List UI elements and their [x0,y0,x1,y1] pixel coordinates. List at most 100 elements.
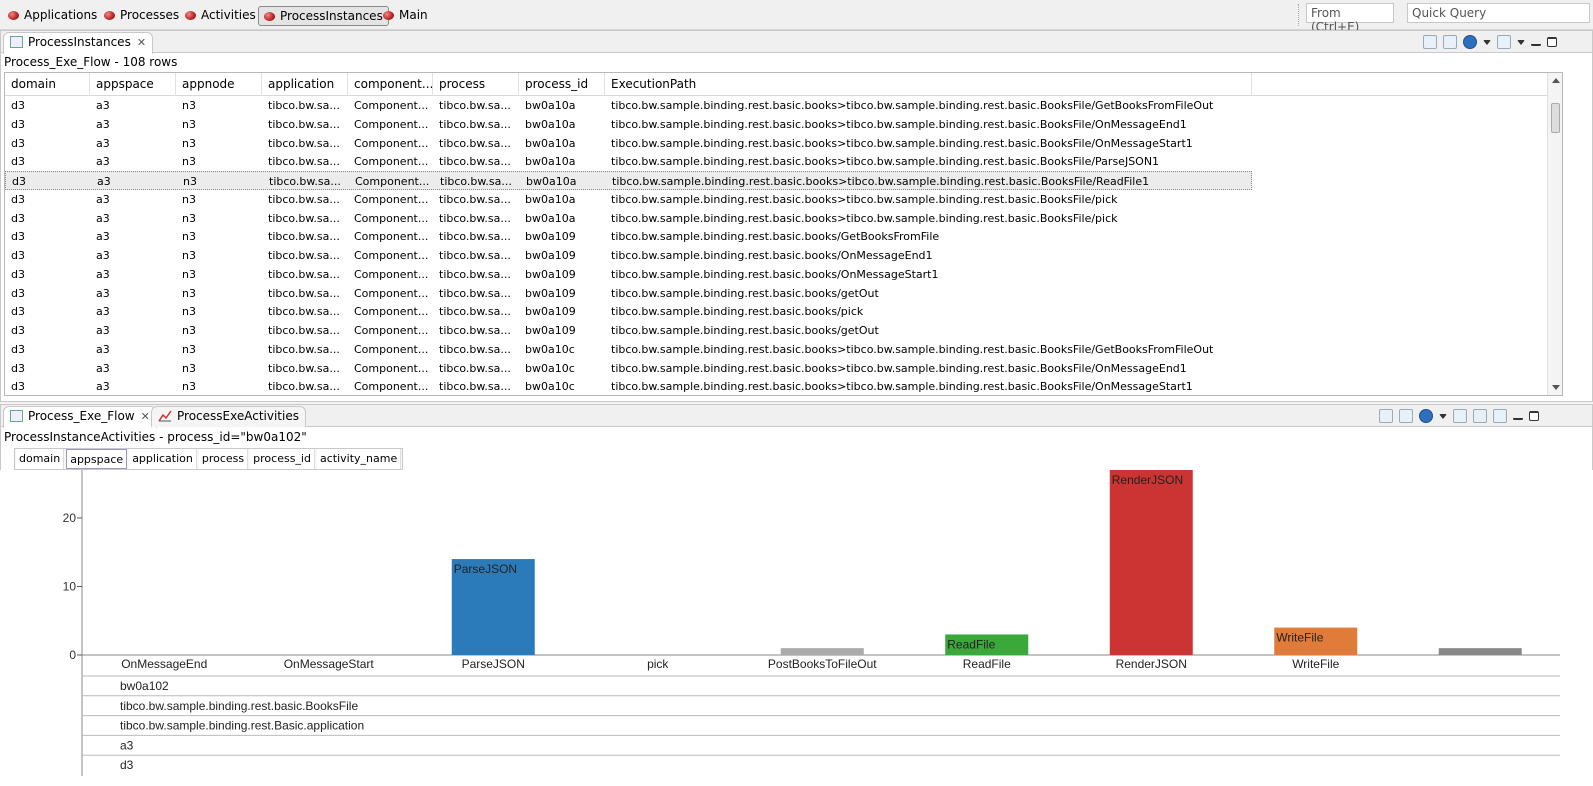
maximize-icon[interactable] [1547,37,1557,47]
perspective-processes[interactable]: Processes [99,6,184,26]
table-cell: bw0a10a [525,211,576,225]
table-row[interactable]: d3 a3 n3 tibco.bw.sa... Component... tibco.bw… [5,321,1252,340]
y-tick-label: 0 [69,648,76,662]
table-cell: tibco.bw.sample.binding.rest.basic.books… [611,117,1187,131]
scroll-up-icon[interactable] [1552,78,1560,83]
table-cell: tibco.bw.sa... [439,230,511,244]
table-cell: Component... [354,324,429,337]
column-header[interactable]: component... [348,73,433,96]
chip-activity-name[interactable]: activity_name [316,449,402,469]
chip-application[interactable]: application [129,449,197,469]
perspective-main[interactable]: Main [378,6,433,26]
table-cell: tibco.bw.sa... [269,175,341,188]
perspective-applications[interactable]: Applications [3,6,102,26]
table-row[interactable]: d3 a3 n3 tibco.bw.sa... Component... tibco.bw… [5,246,1252,265]
column-header[interactable]: process_id [519,73,605,96]
table-cell: d3 [11,305,25,319]
vertical-scrollbar[interactable] [1547,73,1562,395]
table-cell: tibco.bw.sa... [268,155,340,169]
chip-process-id[interactable]: process_id [250,449,315,469]
table-row[interactable]: d3 a3 n3 tibco.bw.sa... Component... tibco.bw… [5,340,1252,359]
dropdown-arrow-icon[interactable] [1483,39,1491,45]
column-header[interactable]: appspace [90,73,176,96]
close-icon[interactable]: ✕ [141,410,150,423]
table-cell: n3 [183,175,197,188]
minimize-icon[interactable] [1531,43,1541,46]
table-row[interactable]: d3 a3 n3 tibco.bw.sa... Component... tibco.bw… [5,377,1252,395]
column-header[interactable]: process [433,73,519,96]
table-row[interactable]: d3 a3 n3 tibco.bw.sa... Component... tibco.bw… [5,359,1252,378]
tab-processexeactivities[interactable]: ProcessExeActivities [151,406,306,427]
table-cell: a3 [96,324,110,337]
column-header[interactable]: domain [5,73,90,96]
table-cell: tibco.bw.sa... [268,99,340,112]
column-header[interactable]: appnode [176,73,262,96]
quick-query-input[interactable]: Quick Query [1407,3,1590,23]
table-cell: tibco.bw.sa... [439,155,511,169]
table-row[interactable]: d3 a3 n3 tibco.bw.sa... Component... tibco.bw… [5,227,1252,246]
close-icon[interactable]: ✕ [137,36,146,49]
bar-RenderJSON[interactable] [1109,470,1193,655]
bar-PostBooksToFileOut[interactable] [780,648,864,655]
table-row[interactable]: d3 a3 n3 tibco.bw.sa... Component... tibco.bw… [5,302,1252,321]
gear-icon[interactable] [1493,409,1507,423]
table-cell: tibco.bw.sa... [439,267,511,281]
view-menu-icon[interactable] [1517,39,1525,45]
table-row[interactable]: d3 a3 n3 tibco.bw.sa... Component... tibco.bw… [5,209,1252,228]
table-row[interactable]: d3 a3 n3 tibco.bw.sa... Component... tibco.bw… [5,96,1252,115]
scroll-down-icon[interactable] [1552,385,1560,390]
table-cell: a3 [96,211,110,225]
table-cell: n3 [182,249,196,262]
table-cell: bw0a10a [525,117,576,131]
table-row[interactable]: d3 a3 n3 tibco.bw.sa... Component... tibco.bw… [5,152,1252,171]
pause-icon[interactable] [1419,409,1433,423]
table-cell: bw0a10a [525,192,576,206]
chip-domain[interactable]: domain [16,449,65,469]
table-cell: Component... [355,175,430,188]
perspective-toolbar: Applications Processes Activities Proces… [0,0,1593,34]
maximize-icon[interactable] [1529,411,1539,421]
chip-process[interactable]: process [198,449,249,469]
table-cell: bw0a10c [525,380,575,394]
table-row[interactable]: d3 a3 n3 tibco.bw.sa... Component... tibco.bw… [5,284,1252,303]
chart-icon[interactable] [1497,35,1511,49]
from-search-input[interactable]: From (Ctrl+E) [1306,3,1394,34]
perspective-activities[interactable]: Activities [180,6,261,26]
column-header[interactable]: application [262,73,348,96]
perspective-processinstances[interactable]: ProcessInstances [258,6,389,26]
scroll-thumb[interactable] [1551,103,1560,133]
table-cell: n3 [182,305,196,319]
table-cell: tibco.bw.sample.binding.rest.basic.books… [611,286,879,300]
table-cell: d3 [11,267,25,281]
tab-process-exe-flow[interactable]: Process_Exe_Flow ✕ [3,406,157,428]
tab-processinstances[interactable]: ProcessInstances ✕ [3,32,154,54]
save-icon[interactable] [1399,409,1413,423]
table-row[interactable]: d3 a3 n3 tibco.bw.sa... Component... tibco.bw… [5,134,1252,153]
table-cell: tibco.bw.sa... [268,267,340,281]
column-header[interactable]: ExecutionPath [605,73,1252,96]
table-cell: a3 [96,192,110,206]
dropdown-arrow-icon[interactable] [1439,413,1447,419]
table-row[interactable]: d3 a3 n3 tibco.bw.sa... Component... tibco.bw… [5,171,1252,190]
table-cell: tibco.bw.sample.binding.rest.basic.books… [611,342,1214,356]
chip-appspace[interactable]: appspace [66,449,128,469]
export-icon[interactable] [1443,35,1457,49]
table-row[interactable]: d3 a3 n3 tibco.bw.sa... Component... tibco.bw… [5,115,1252,134]
table-cell: d3 [11,361,25,375]
table-cell: bw0a10c [525,342,575,356]
tibco-perspective-icon [185,11,196,20]
edit-query-icon[interactable] [1379,409,1393,423]
x-category-label: OnMessageEnd [121,657,207,671]
pause-icon[interactable] [1463,35,1477,49]
edit-query-icon[interactable] [1423,35,1437,49]
bar-data-label: RenderJSON [1112,473,1183,487]
table-cell: tibco.bw.sa... [439,192,511,206]
table-row[interactable]: d3 a3 n3 tibco.bw.sa... Component... tibco.bw… [5,190,1252,209]
color-grid-icon[interactable] [1453,409,1467,423]
table-row[interactable]: d3 a3 n3 tibco.bw.sa... Component... tibco.bw… [5,265,1252,284]
table-cell: tibco.bw.sa... [268,342,340,356]
minimize-icon[interactable] [1513,417,1523,420]
x-category-label: WriteFile [1292,657,1339,671]
bar-unlabeled[interactable] [1438,648,1522,655]
hierarchy-icon[interactable] [1473,409,1487,423]
